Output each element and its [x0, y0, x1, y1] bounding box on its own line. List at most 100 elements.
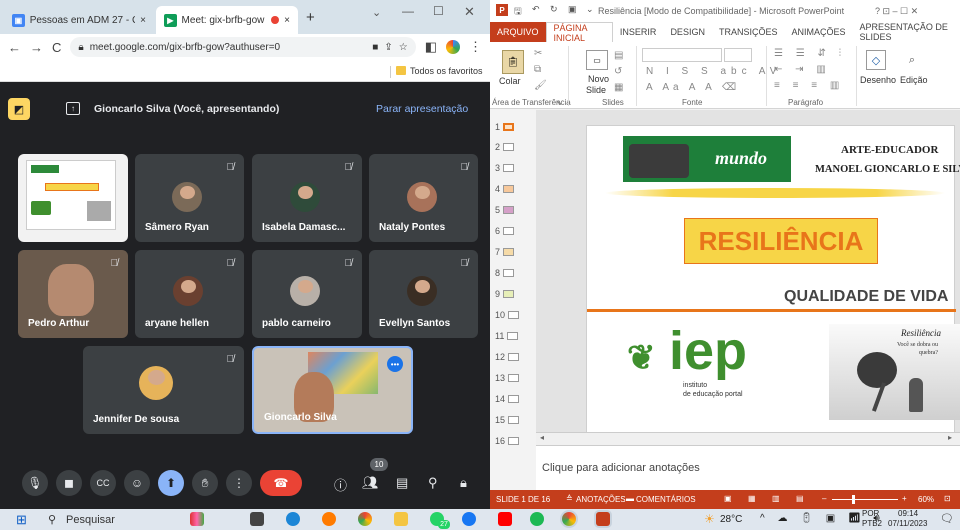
- share-icon[interactable]: ⇪: [384, 42, 392, 53]
- tab-search-icon[interactable]: ⌄: [372, 6, 381, 19]
- profile-avatar[interactable]: [446, 40, 460, 54]
- edge-icon[interactable]: [286, 512, 300, 526]
- current-slide[interactable]: mundo ARTE-EDUCADOR MANOEL GIONCARLO E S…: [586, 125, 960, 438]
- flowers-widget-icon[interactable]: [190, 512, 204, 526]
- captions-icon[interactable]: CC: [90, 470, 116, 496]
- taskbar-search[interactable]: Pesquisar: [66, 514, 115, 526]
- tab-pessoas[interactable]: ▣ Pessoas em ADM 27 - CA ×: [4, 6, 154, 34]
- redo-icon[interactable]: ↻: [550, 4, 558, 15]
- thumbnail-item[interactable]: 10: [495, 310, 520, 320]
- customize-qat-icon[interactable]: ⌄: [586, 4, 594, 15]
- chat-icon[interactable]: ▤: [396, 475, 408, 491]
- thumbnail-item[interactable]: 16: [495, 436, 520, 446]
- bookmark-star-icon[interactable]: ☆: [399, 42, 408, 53]
- camera-toggle-icon[interactable]: ◼: [56, 470, 82, 496]
- zoom-out-icon[interactable]: –: [822, 494, 826, 503]
- windows-start-icon[interactable]: ⊞: [16, 512, 27, 528]
- participant-tile[interactable]: 🎙̸ Evellyn Santos: [369, 250, 478, 338]
- zoom-level[interactable]: 60%: [918, 495, 934, 504]
- thumbnail-item[interactable]: 4: [495, 184, 515, 194]
- slideshow-view-icon[interactable]: ▤: [796, 494, 804, 503]
- thumbnail-item[interactable]: 9: [495, 289, 515, 299]
- comments-toggle[interactable]: COMENTÁRIOS: [636, 495, 696, 504]
- tab-close-icon[interactable]: ×: [284, 15, 290, 26]
- new-tab-button[interactable]: +: [306, 9, 315, 26]
- thumbnail-item[interactable]: 5: [495, 205, 515, 215]
- task-view-icon[interactable]: [250, 512, 264, 526]
- spotify-icon[interactable]: [530, 512, 544, 526]
- close-window-icon[interactable]: ✕: [464, 4, 475, 20]
- thumbnail-item[interactable]: 2: [495, 142, 515, 152]
- tab-inserir[interactable]: INSERIR: [613, 22, 664, 42]
- scroll-left-icon[interactable]: ◂: [540, 433, 544, 442]
- facebook-icon[interactable]: [462, 512, 476, 526]
- horizontal-scrollbar[interactable]: ◂ ▸: [536, 432, 960, 445]
- thumbnail-item[interactable]: 8: [495, 268, 515, 278]
- tab-pagina-inicial[interactable]: PÁGINA INICIAL: [545, 22, 613, 43]
- meeting-info-icon[interactable]: ⓘ: [334, 475, 347, 494]
- raise-hand-icon[interactable]: ✋︎: [192, 470, 218, 496]
- stop-presenting-button[interactable]: Parar apresentação: [376, 103, 468, 115]
- format-painter-icon[interactable]: 🖌︎: [534, 80, 547, 91]
- notes-toggle[interactable]: ANOTAÇÕES: [576, 495, 626, 504]
- lang-secondary[interactable]: PTB2: [862, 519, 882, 528]
- powerpoint-taskbar-icon[interactable]: [596, 512, 610, 526]
- host-controls-icon[interactable]: 🔒︎: [460, 475, 467, 491]
- new-slide-label-1[interactable]: Novo: [588, 74, 609, 84]
- thumbnail-item[interactable]: 12: [495, 352, 520, 362]
- notes-pane[interactable]: Clique para adicionar anotações: [536, 445, 960, 490]
- section-icon[interactable]: ▦: [614, 82, 623, 93]
- address-bar[interactable]: 🔒︎ meet.google.com/gix-brfb-gow?authuser…: [70, 37, 416, 57]
- thumbnail-item[interactable]: 13: [495, 373, 520, 383]
- file-explorer-icon[interactable]: [394, 512, 408, 526]
- chrome-active-icon[interactable]: [562, 512, 576, 526]
- menu-dots-icon[interactable]: ⋮: [469, 39, 482, 55]
- font-format-icons[interactable]: N I S S abc AV: [646, 66, 781, 77]
- font-color-icons[interactable]: A Aa A A ⌫: [646, 82, 740, 93]
- clock-time[interactable]: 09:14: [898, 509, 918, 518]
- save-icon[interactable]: 🖫: [514, 4, 522, 20]
- indent-icons[interactable]: ⇤ ⇥ ▥: [774, 64, 831, 75]
- participant-tile[interactable]: 🎙̸ Nataly Pontes: [369, 154, 478, 242]
- firefox-icon[interactable]: [322, 512, 336, 526]
- font-size-select[interactable]: [724, 48, 752, 62]
- list-icons[interactable]: ☰ ☰ ⇵ ⫶: [774, 48, 846, 59]
- chrome-icon[interactable]: [358, 512, 372, 526]
- thumbnail-item[interactable]: 7: [495, 247, 515, 257]
- start-slideshow-icon[interactable]: ▣: [568, 4, 577, 15]
- tab-arquivo[interactable]: ARQUIVO: [490, 22, 546, 42]
- tab-animacoes[interactable]: ANIMAÇÕES: [784, 22, 852, 42]
- tab-apresentacao[interactable]: APRESENTAÇÃO DE SLIDES: [852, 22, 960, 42]
- drawing-icon[interactable]: ◇: [866, 50, 886, 70]
- activities-icon[interactable]: ⚲: [428, 475, 438, 491]
- font-name-select[interactable]: [642, 48, 722, 62]
- all-bookmarks-link[interactable]: Todos os favoritos: [410, 66, 483, 76]
- participant-tile-video[interactable]: 🎙̸ Pedro Arthur: [18, 250, 128, 338]
- zoom-slider[interactable]: [832, 499, 898, 500]
- weather-temp[interactable]: 28°C: [720, 514, 742, 525]
- align-icons[interactable]: ≡ ≡ ≡ ▥: [774, 80, 844, 91]
- notes-toggle-icon[interactable]: ≙: [566, 494, 573, 503]
- copy-icon[interactable]: ⧉: [534, 64, 541, 75]
- forward-icon[interactable]: →: [30, 40, 43, 55]
- layout-icon[interactable]: ▤: [614, 50, 623, 61]
- minimize-icon[interactable]: —: [402, 4, 414, 18]
- paste-button[interactable]: Colar: [499, 76, 521, 86]
- clock-date[interactable]: 07/11/2023: [888, 519, 927, 528]
- thumbnail-item[interactable]: 11: [495, 331, 519, 341]
- thumbnail-item[interactable]: 6: [495, 226, 515, 236]
- thumbnail-item[interactable]: 1: [495, 122, 515, 132]
- people-icon[interactable]: 👥︎: [362, 475, 379, 491]
- participant-tile[interactable]: 🎙̸ aryane hellen: [135, 250, 244, 338]
- tab-design[interactable]: DESIGN: [663, 22, 712, 42]
- camera-icon[interactable]: ■: [372, 42, 378, 53]
- ppt-window-controls[interactable]: ? ⊡ – ☐ ✕: [875, 6, 918, 17]
- reading-view-icon[interactable]: ▥: [772, 494, 780, 503]
- maximize-icon[interactable]: ☐: [433, 4, 444, 18]
- youtube-icon[interactable]: [498, 512, 512, 526]
- tab-close-icon[interactable]: ×: [140, 15, 146, 26]
- editing-button[interactable]: Edição: [900, 75, 928, 85]
- emoji-icon[interactable]: ☺: [124, 470, 150, 496]
- participant-tile[interactable]: 🎙̸ Jennifer De sousa: [83, 346, 244, 434]
- zoom-slider-thumb[interactable]: [852, 495, 855, 504]
